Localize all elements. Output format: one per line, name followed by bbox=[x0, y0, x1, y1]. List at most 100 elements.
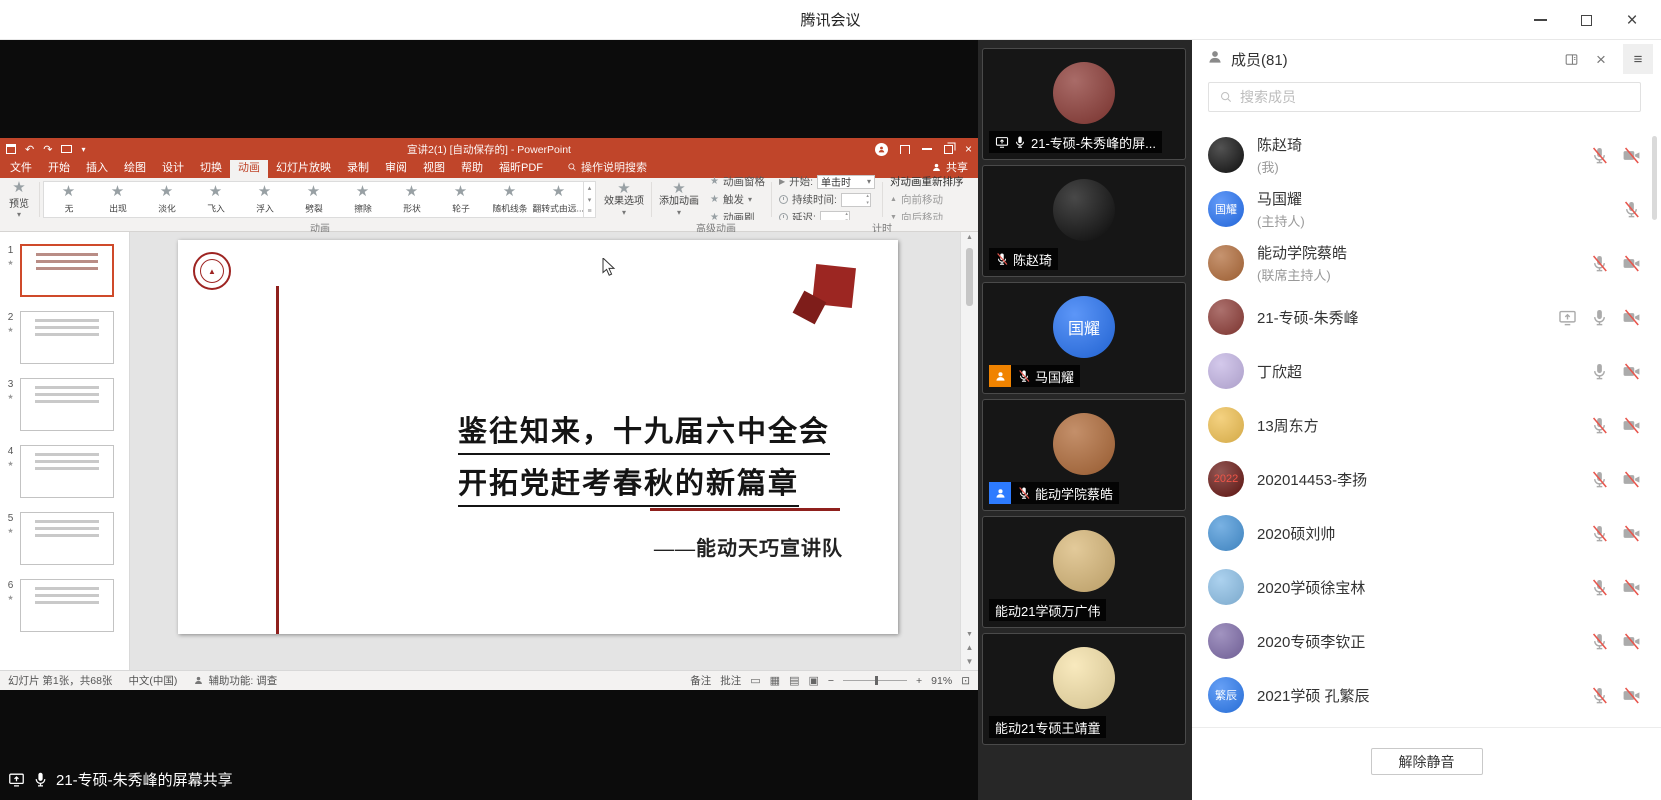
mic-on-icon bbox=[1013, 135, 1027, 149]
member-row[interactable]: 21-专硕-朱秀峰 bbox=[1208, 290, 1647, 344]
reorder-label: 对动画重新排序 bbox=[890, 174, 964, 189]
mic-muted-icon[interactable] bbox=[1590, 524, 1609, 543]
animation-name: 轮子 bbox=[452, 200, 470, 213]
search-icon bbox=[1219, 90, 1233, 104]
animation-star-icon bbox=[160, 185, 173, 199]
minimize-icon bbox=[1534, 19, 1547, 21]
member-name: 2020专硕李钦正 bbox=[1257, 631, 1365, 652]
animation-preview-button: 预览 bbox=[0, 179, 38, 220]
mic-muted-icon bbox=[995, 252, 1009, 266]
tile-name-bar: 马国耀 bbox=[989, 365, 1080, 387]
ppt-account-avatar bbox=[875, 143, 888, 156]
mic-muted-icon[interactable] bbox=[1590, 146, 1609, 165]
fit-to-window-icon bbox=[961, 675, 970, 687]
camera-off-icon[interactable] bbox=[1622, 416, 1641, 435]
close-button[interactable] bbox=[1609, 0, 1655, 40]
thumbnail-content-bar bbox=[35, 594, 99, 597]
minimize-button[interactable] bbox=[1517, 0, 1563, 40]
camera-off-icon[interactable] bbox=[1622, 632, 1641, 651]
slide-navigation-buttons bbox=[961, 631, 978, 666]
mic-muted-icon[interactable] bbox=[1622, 200, 1641, 219]
close-panel-button[interactable] bbox=[1588, 46, 1614, 72]
member-row[interactable]: 2022 202014453-李扬 bbox=[1208, 452, 1647, 506]
participant-name: 马国耀 bbox=[1035, 367, 1074, 386]
member-info: 能动学院蔡皓 (联席主持人) bbox=[1257, 242, 1347, 284]
maximize-button[interactable] bbox=[1563, 0, 1609, 40]
member-search-input[interactable] bbox=[1240, 89, 1630, 105]
participant-video-tile[interactable]: 21-专硕-朱秀峰的屏... bbox=[982, 48, 1186, 160]
camera-off-icon[interactable] bbox=[1622, 686, 1641, 705]
thumbnail-content-bar bbox=[35, 460, 99, 463]
participant-video-tile[interactable]: 能动21专硕王靖童 bbox=[982, 633, 1186, 745]
participant-video-tile[interactable]: 国耀 马国耀 bbox=[982, 282, 1186, 394]
member-row[interactable]: 繁辰 2021学硕 孔繁辰 bbox=[1208, 668, 1647, 722]
slide-count-status: 幻灯片 第1张，共68张 bbox=[8, 673, 112, 688]
mic-muted-icon[interactable] bbox=[1590, 686, 1609, 705]
animation-name: 飞入 bbox=[207, 200, 225, 213]
camera-off-icon[interactable] bbox=[1622, 362, 1641, 381]
thumbnail-content-bar bbox=[36, 260, 98, 263]
tile-name-chip: 马国耀 bbox=[1011, 365, 1080, 387]
member-status-icons bbox=[1590, 470, 1647, 489]
panel-menu-button[interactable] bbox=[1623, 44, 1653, 74]
member-name: 2020硕刘帅 bbox=[1257, 523, 1335, 544]
mic-on-icon[interactable] bbox=[1590, 308, 1609, 327]
participant-avatar bbox=[1053, 179, 1115, 241]
member-row[interactable]: 2020硕刘帅 bbox=[1208, 506, 1647, 560]
current-slide: 鉴往知来，十九届六中全会 开拓党赶考春秋的新篇章 ——能动天巧宣讲队 bbox=[178, 240, 898, 634]
decorative-horizontal-line bbox=[650, 508, 840, 511]
member-list-scrollbar[interactable] bbox=[1652, 136, 1657, 220]
hamburger-menu-icon bbox=[1634, 51, 1643, 68]
member-row[interactable]: 国耀 马国耀 (主持人) bbox=[1208, 182, 1647, 236]
camera-off-icon[interactable] bbox=[1622, 524, 1641, 543]
member-name: 丁欣超 bbox=[1257, 361, 1302, 382]
member-status-icons bbox=[1590, 416, 1647, 435]
start-value: 单击时 bbox=[821, 174, 851, 189]
animation-gallery-item: 淡化 bbox=[142, 182, 191, 217]
gallery-scroll-buttons bbox=[583, 182, 595, 217]
accessibility-icon bbox=[193, 675, 204, 686]
member-row[interactable]: 陈赵琦 (我) bbox=[1208, 128, 1647, 182]
animation-star-icon bbox=[7, 393, 13, 401]
popout-panel-button[interactable] bbox=[1558, 46, 1584, 72]
participant-video-tile[interactable]: 能动学院蔡皓 bbox=[982, 399, 1186, 511]
effect-options-button: 效果选项 bbox=[598, 179, 650, 220]
mic-muted-icon[interactable] bbox=[1590, 470, 1609, 489]
member-row[interactable]: 13周东方 bbox=[1208, 398, 1647, 452]
member-row[interactable]: 2020学硕徐宝林 bbox=[1208, 560, 1647, 614]
mic-muted-icon[interactable] bbox=[1590, 254, 1609, 273]
window-titlebar: 腾讯会议 bbox=[0, 0, 1661, 40]
unmute-button[interactable]: 解除静音 bbox=[1371, 748, 1483, 775]
slide-thumbnail bbox=[20, 445, 114, 498]
member-info: 2020学硕徐宝林 bbox=[1257, 577, 1365, 598]
thumbnail-content-bar bbox=[35, 393, 99, 396]
member-info: 2020硕刘帅 bbox=[1257, 523, 1335, 544]
decorative-vertical-line bbox=[276, 286, 279, 634]
camera-off-icon[interactable] bbox=[1622, 146, 1641, 165]
gallery-more-icon bbox=[587, 208, 591, 215]
member-search-box[interactable] bbox=[1208, 82, 1641, 112]
mic-on-icon[interactable] bbox=[1590, 362, 1609, 381]
member-name: 2021学硕 孔繁辰 bbox=[1257, 685, 1370, 706]
participant-video-tile[interactable]: 能动21学硕万广伟 bbox=[982, 516, 1186, 628]
mic-muted-icon[interactable] bbox=[1590, 632, 1609, 651]
move-earlier-button: 向前移动 bbox=[890, 192, 964, 207]
screen-share-icon bbox=[8, 771, 25, 788]
tile-name-chip: 21-专硕-朱秀峰的屏... bbox=[989, 131, 1162, 153]
camera-off-icon[interactable] bbox=[1622, 308, 1641, 327]
participant-video-tile[interactable]: 陈赵琦 bbox=[982, 165, 1186, 277]
start-dropdown: 单击时 bbox=[817, 175, 875, 189]
member-row[interactable]: 能动学院蔡皓 (联席主持人) bbox=[1208, 236, 1647, 290]
camera-off-icon[interactable] bbox=[1622, 254, 1641, 273]
screen-share-overlay-label: 21-专硕-朱秀峰的屏幕共享 bbox=[0, 763, 247, 795]
advanced-animation-item: 触发 bbox=[710, 192, 765, 207]
ribbon-separator bbox=[39, 182, 40, 217]
thumbnail-content-bar bbox=[35, 534, 99, 537]
mic-muted-icon[interactable] bbox=[1590, 416, 1609, 435]
mic-muted-icon[interactable] bbox=[1590, 578, 1609, 597]
accessibility-label: 辅助功能: 调查 bbox=[208, 673, 277, 688]
camera-off-icon[interactable] bbox=[1622, 578, 1641, 597]
member-row[interactable]: 丁欣超 bbox=[1208, 344, 1647, 398]
camera-off-icon[interactable] bbox=[1622, 470, 1641, 489]
member-row[interactable]: 2020专硕李钦正 bbox=[1208, 614, 1647, 668]
